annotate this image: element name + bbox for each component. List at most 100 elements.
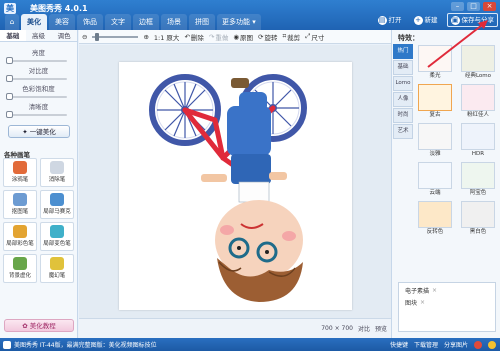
tab-text[interactable]: 文字 [105,14,131,30]
applied-item[interactable]: 图块 × [399,295,495,307]
remove-icon[interactable]: × [432,287,437,294]
download-manager-link[interactable]: 下载管理 [414,340,438,349]
sharpness-label: 清晰度 [28,103,49,111]
resize-button[interactable]: ⤢ 尺寸 [305,32,324,42]
new-button[interactable]: + 新建 [411,13,441,27]
effect-thumbnail [418,45,452,72]
saturation-label: 色彩饱和度 [22,85,55,93]
qzone-icon[interactable] [488,340,496,349]
original-button[interactable]: ◉ 原图 [233,32,253,42]
tool-label: 魔幻笔 [48,273,66,279]
effect-classic-lomo[interactable]: 经典Lomo [458,45,498,82]
flower-icon: ✿ [22,322,30,330]
tool-label: 局部马赛克 [43,209,71,215]
recolor-brush-button[interactable]: 局部变色笔 [40,222,74,251]
subtab-basic[interactable]: 基础 [0,30,26,41]
redo-button[interactable]: ↷ 重做 [209,32,228,42]
undo-button[interactable]: ↶ 删除 [184,32,203,42]
wand-icon: ✦ [22,128,30,136]
zoom-in-icon[interactable]: ⊕ [143,33,148,41]
rotate-label: 旋转 [264,33,278,42]
zoom-out-icon[interactable]: ⊖ [82,33,87,41]
slider-track [10,60,67,62]
effect-cloud[interactable]: 云端 [415,162,455,199]
zoom-knob[interactable] [95,32,100,41]
mosaic-brush-button[interactable]: 局部马赛克 [40,190,74,219]
bucket-icon [50,225,64,238]
effect-invert[interactable]: 反转色 [415,201,455,238]
effect-thumbnail [418,201,452,228]
tab-more[interactable]: 更多功能 ▾ [217,14,261,30]
tool-label: 局部变色笔 [43,241,71,247]
category-hot[interactable]: 热门 [393,44,413,59]
tab-scene[interactable]: 场景 [161,14,187,30]
minimize-icon[interactable]: – [451,2,464,11]
mosaic-icon [50,193,64,206]
maximize-icon[interactable]: □ [467,2,480,11]
weibo-icon[interactable] [474,340,482,349]
category-basic[interactable]: 基础 [393,60,413,75]
beauty-tutorial-button[interactable]: ✿ 美化教程 [4,319,74,332]
effect-elegant[interactable]: 淡雅 [415,123,455,160]
sharpness-slider[interactable] [6,110,71,119]
beauty-tutorial-label: 美化教程 [29,322,56,330]
tab-cosmetic[interactable]: 美容 [49,14,75,30]
saturation-slider[interactable] [6,92,71,101]
cutout-brush-button[interactable]: 抠图笔 [3,190,37,219]
slider-knob[interactable] [6,93,13,100]
open-button[interactable]: ▤ 打开 [375,13,405,27]
image-canvas[interactable] [79,45,391,318]
effect-thumbnail [461,45,495,72]
applied-item[interactable]: 电子素描 × [399,283,495,295]
category-portrait[interactable]: 人像 [393,92,413,107]
remove-icon[interactable]: × [420,299,425,306]
effect-soft-light[interactable]: 柔光 [415,45,455,82]
category-lomo[interactable]: Lomo [393,76,413,91]
folder-icon: ▤ [377,15,387,25]
shortcut-link[interactable]: 快捷键 [390,340,408,349]
slider-knob[interactable] [6,75,13,82]
slider-track [10,78,67,80]
tab-accessories[interactable]: 饰品 [77,14,103,30]
brightness-slider[interactable] [6,56,71,65]
zoom-slider[interactable] [92,32,139,41]
category-fashion[interactable]: 时尚 [393,108,413,123]
effect-retro[interactable]: 复古 [415,84,455,121]
save-share-button[interactable]: ▣ 保存与分享 [446,13,498,27]
actual-size-button[interactable]: 1:1 原大 [154,32,180,42]
effect-label: 经典Lomo [464,73,492,79]
magic-brush-button[interactable]: 魔幻笔 [40,254,74,283]
edited-photo [119,62,352,310]
rotate-button[interactable]: ⟳ 旋转 [258,32,277,42]
effect-hdr[interactable]: HDR [458,123,498,160]
effect-abao[interactable]: 阿宝色 [458,162,498,199]
preview-button[interactable]: 预览 [375,324,387,333]
close-icon[interactable]: × [483,2,496,11]
effect-pink-lady[interactable]: 粉红佳人 [458,84,498,121]
tab-collage[interactable]: 拼图 [189,14,215,30]
tab-beautify[interactable]: 美化 [21,14,47,30]
crop-label: 裁剪 [287,33,301,42]
subtab-advanced[interactable]: 高级 [26,30,52,41]
compare-button[interactable]: 对比 [358,324,370,333]
contrast-slider[interactable] [6,74,71,83]
applied-effects-list: 电子素描 × 图块 × [398,282,496,332]
slider-knob[interactable] [6,57,13,64]
tab-home[interactable]: ⌂ [5,14,19,30]
scissors-icon [13,193,27,206]
color-brush-button[interactable]: 局部彩色笔 [3,222,37,251]
effect-black-white[interactable]: 黑白色 [458,201,498,238]
subtab-color[interactable]: 调色 [51,30,77,41]
image-size: 700 × 700 [321,325,353,332]
plus-icon: + [413,15,423,25]
crop-button[interactable]: ⌗ 裁剪 [282,32,300,42]
blur-background-button[interactable]: 背景虚化 [3,254,37,283]
tab-frame[interactable]: 边框 [133,14,159,30]
eraser-brush-button[interactable]: 消除笔 [40,158,74,187]
window-controls: – □ × [451,2,496,11]
share-image-link[interactable]: 分享图片 [444,340,468,349]
doodle-brush-button[interactable]: 涂鸦笔 [3,158,37,187]
category-art[interactable]: 艺术 [393,124,413,139]
one-key-beautify-button[interactable]: ✦ 一键美化 [8,125,70,138]
slider-knob[interactable] [6,111,13,118]
